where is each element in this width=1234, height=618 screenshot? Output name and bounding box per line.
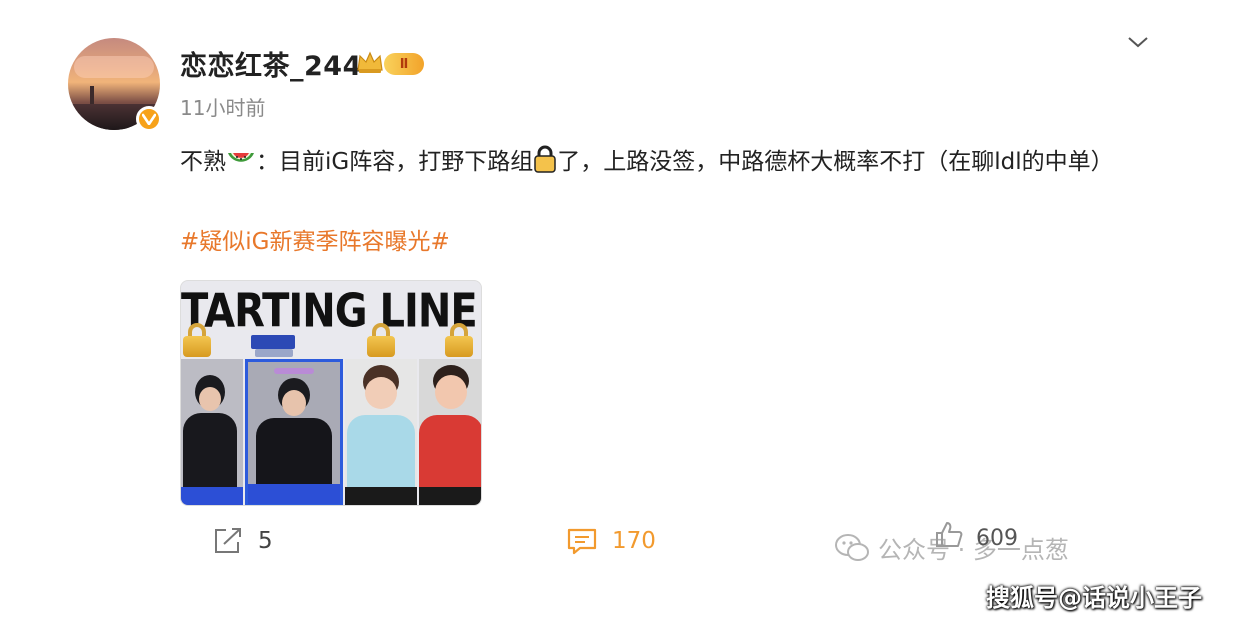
player-photo [181, 359, 243, 505]
username[interactable]: 恋恋红茶_244 [180, 44, 362, 83]
like-button[interactable]: 609 [976, 526, 1018, 551]
like-count: 609 [976, 526, 1018, 551]
repost-button[interactable]: 5 [212, 526, 273, 556]
post-text-part: ：目前iG阵容，打野下路组 [256, 149, 534, 175]
image-title: TARTING LINE UP [181, 285, 481, 338]
image-label [251, 335, 295, 349]
watermark-sohu: 搜狐号@话说小王子 [986, 584, 1202, 612]
player-photo [245, 359, 343, 505]
like-icon[interactable] [934, 520, 964, 550]
chevron-down-icon[interactable] [1126, 34, 1150, 50]
level-badge: Ⅱ [384, 53, 424, 75]
repost-icon [215, 528, 241, 553]
comment-icon [567, 528, 597, 555]
player-photo [345, 359, 417, 505]
lock-icon [445, 323, 473, 357]
crown-icon [357, 51, 383, 73]
post-time[interactable]: 11小时前 [180, 92, 265, 121]
post-text-part: 不熟 [180, 149, 226, 175]
hashtag-link[interactable]: #疑似iG新赛季阵容曝光# [180, 222, 450, 262]
watermelon-icon [228, 153, 254, 162]
comment-button[interactable]: 170 [566, 526, 656, 556]
player-photo [419, 359, 481, 505]
wechat-icon [835, 533, 869, 561]
verified-icon [136, 106, 162, 132]
post-image[interactable]: TARTING LINE UP [180, 280, 482, 506]
lock-icon [367, 323, 395, 357]
lock-icon [183, 323, 211, 357]
post-text: 不熟 ：目前iG阵容，打野下路组 了，上路没签，中路德杯大概率不打（在聊ldl的… [180, 140, 1160, 184]
comment-count: 170 [612, 528, 656, 554]
lock-icon [534, 145, 556, 173]
image-label [255, 349, 293, 357]
watermark-text: 公众号 · 多一点葱 [878, 536, 1069, 564]
repost-count: 5 [258, 528, 273, 554]
post-text-part: 了，上路没签，中路德杯大概率不打（在聊ldl的中单） [557, 149, 1114, 175]
